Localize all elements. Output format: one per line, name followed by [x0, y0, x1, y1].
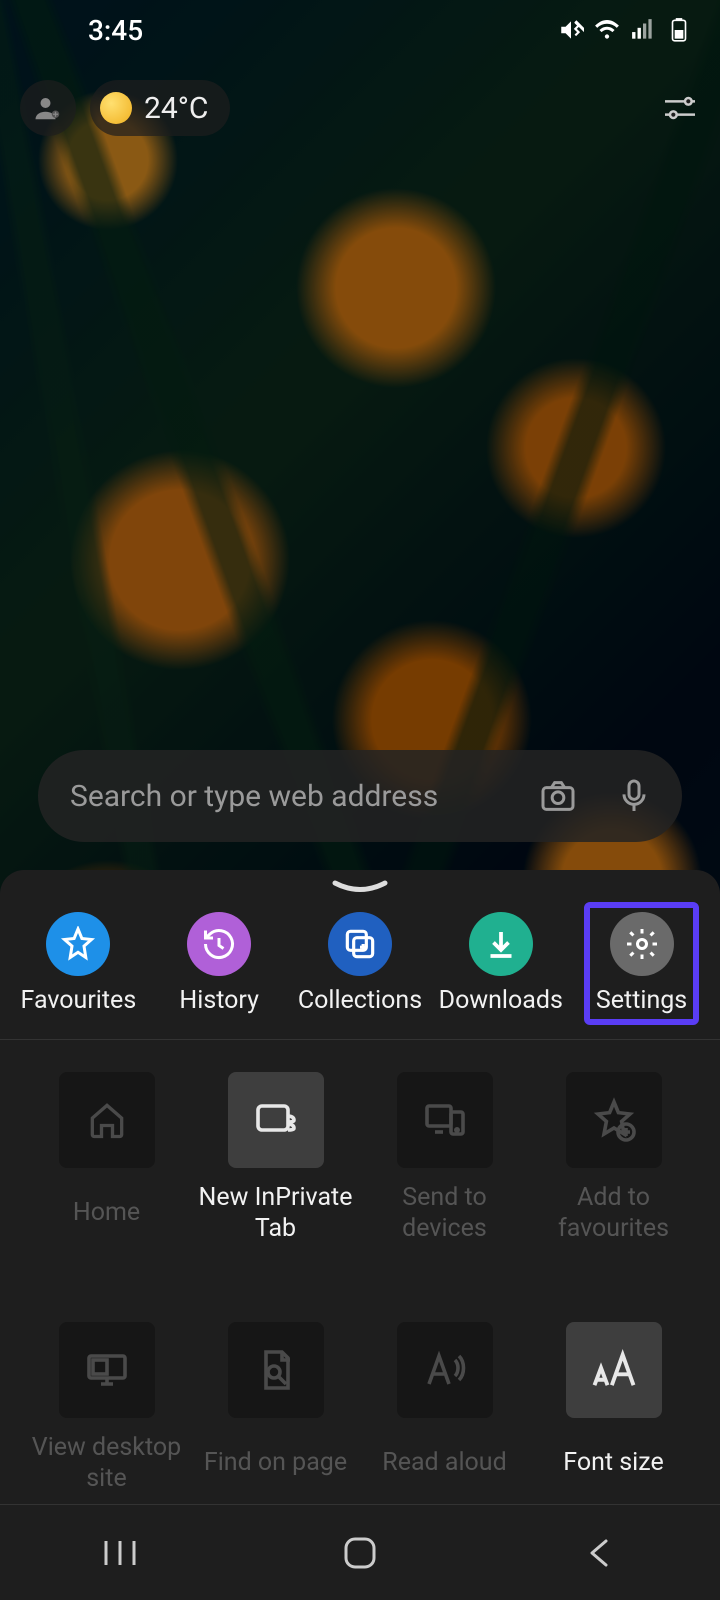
menu-item-label: Add to favourites	[531, 1182, 696, 1245]
menu-top-favourites[interactable]: Favourites	[13, 912, 143, 1015]
search-bar[interactable]: Search or type web address	[38, 750, 682, 842]
menu-item-label: View desktop site	[24, 1432, 189, 1495]
menu-top-settings[interactable]: Settings	[577, 912, 707, 1015]
download-icon	[469, 912, 533, 976]
menu-sheet: Favourites History Collections Downloads Set…	[0, 870, 720, 1600]
menu-item-label: Read aloud	[382, 1432, 506, 1494]
gear-icon	[610, 912, 674, 976]
camera-search-button[interactable]	[530, 768, 586, 824]
battery-icon	[666, 17, 692, 43]
voice-search-button[interactable]	[606, 768, 662, 824]
recents-icon	[100, 1537, 140, 1569]
menu-item-label: New InPrivate Tab	[193, 1182, 358, 1245]
sliders-icon	[660, 88, 700, 128]
star-plus-icon	[566, 1072, 662, 1168]
collections-icon	[328, 912, 392, 976]
read-aloud-icon	[397, 1322, 493, 1418]
menu-item-label: Home	[73, 1182, 140, 1244]
menu-top-label: Collections	[298, 986, 422, 1015]
weather-pill[interactable]: 24°C	[90, 80, 230, 136]
font-size-icon	[566, 1322, 662, 1418]
profile-button[interactable]	[20, 80, 76, 136]
menu-top-history[interactable]: History	[154, 912, 284, 1015]
wifi-icon	[594, 17, 620, 43]
menu-item-add-to-favourites: Add to favourites	[531, 1072, 696, 1302]
menu-top-label: Settings	[596, 986, 687, 1015]
menu-top-label: Downloads	[439, 986, 563, 1015]
menu-top-label: Favourites	[21, 986, 137, 1015]
home-icon	[59, 1072, 155, 1168]
home-button[interactable]	[290, 1535, 430, 1571]
temperature-text: 24°C	[144, 91, 208, 126]
sheet-grabber[interactable]	[0, 870, 720, 898]
menu-item-home: Home	[24, 1072, 189, 1302]
menu-item-label: Send to devices	[362, 1182, 527, 1245]
customize-feed-button[interactable]	[660, 88, 700, 128]
mute-icon	[558, 17, 584, 43]
menu-item-label: Find on page	[204, 1432, 347, 1494]
status-bar: 3:45	[0, 0, 720, 60]
star-icon	[46, 912, 110, 976]
devices-icon	[397, 1072, 493, 1168]
menu-item-label: Font size	[563, 1432, 663, 1494]
menu-top-label: History	[179, 986, 259, 1015]
settings-highlight: Settings	[584, 902, 699, 1025]
search-placeholder: Search or type web address	[70, 779, 510, 814]
android-nav-bar	[0, 1504, 720, 1600]
find-icon	[228, 1322, 324, 1418]
inprivate-icon	[228, 1072, 324, 1168]
status-time: 3:45	[28, 14, 143, 47]
camera-icon	[538, 776, 578, 816]
recents-button[interactable]	[50, 1537, 190, 1569]
status-icons	[558, 17, 692, 43]
sun-icon	[100, 92, 132, 124]
signal-icon	[630, 17, 656, 43]
desktop-icon	[59, 1322, 155, 1418]
menu-item-new-inprivate-tab[interactable]: New InPrivate Tab	[193, 1072, 358, 1302]
menu-item-send-to-devices: Send to devices	[362, 1072, 527, 1302]
mic-icon	[614, 776, 654, 816]
menu-top-downloads[interactable]: Downloads	[436, 912, 566, 1015]
home-nav-icon	[342, 1535, 378, 1571]
menu-top-collections[interactable]: Collections	[295, 912, 425, 1015]
back-icon	[584, 1537, 616, 1569]
back-button[interactable]	[530, 1537, 670, 1569]
profile-add-icon	[33, 93, 63, 123]
history-icon	[187, 912, 251, 976]
